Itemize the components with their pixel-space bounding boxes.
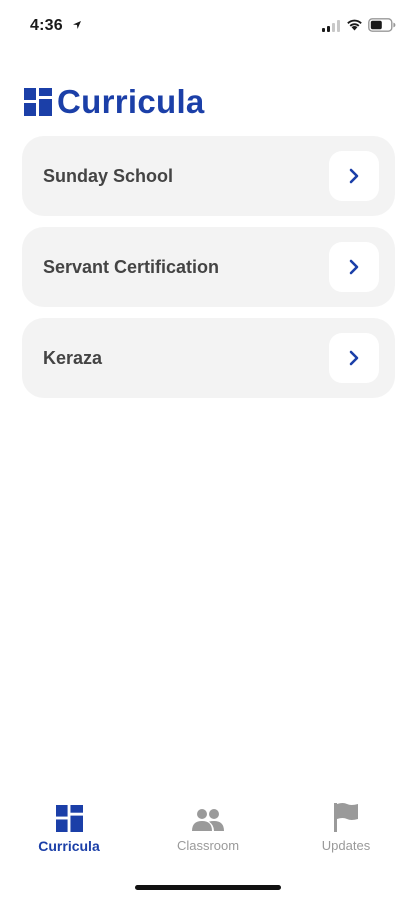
curriculum-card-servant-certification[interactable]: Servant Certification (22, 227, 395, 307)
tab-curricula[interactable]: Curricula (9, 800, 129, 860)
battery-icon (368, 18, 396, 32)
signal-icon (322, 20, 340, 32)
status-bar: 4:36 (0, 0, 415, 50)
curriculum-card-sunday-school[interactable]: Sunday School (22, 136, 395, 216)
page-header: Curricula (24, 83, 205, 120)
tab-icon-wrap (55, 800, 83, 832)
curriculum-label: Sunday School (43, 165, 174, 186)
chevron-right-icon (349, 350, 359, 366)
home-indicator[interactable] (135, 885, 281, 890)
open-curriculum-button[interactable] (329, 242, 379, 292)
curriculum-label: Keraza (43, 347, 103, 368)
people-icon (192, 809, 224, 831)
tab-label: Curricula (38, 838, 100, 854)
flag-icon (334, 803, 358, 832)
grid-logo-icon (55, 805, 83, 832)
tab-icon-wrap (332, 800, 360, 832)
tab-classroom[interactable]: Classroom (148, 800, 268, 860)
curricula-list: Sunday School Servant Certification Kera… (22, 136, 395, 409)
tab-label: Classroom (176, 838, 240, 853)
tab-label: Updates (321, 838, 371, 853)
curriculum-label: Servant Certification (43, 256, 220, 277)
location-arrow-icon (73, 21, 81, 29)
app-screen: 4:36 Curricula Sunday School Servant Cer… (0, 0, 415, 900)
curriculum-card-keraza[interactable]: Keraza (22, 318, 395, 398)
chevron-right-icon (349, 259, 359, 275)
status-time: 4:36 (30, 17, 63, 34)
wifi-icon (347, 19, 362, 31)
open-curriculum-button[interactable] (329, 151, 379, 201)
tab-updates[interactable]: Updates (286, 800, 406, 860)
open-curriculum-button[interactable] (329, 333, 379, 383)
grid-logo-icon (24, 88, 52, 116)
page-title: Curricula (57, 83, 205, 120)
tab-bar: Curricula Classroom Updates (0, 800, 415, 870)
tab-icon-wrap (191, 800, 225, 832)
chevron-right-icon (349, 168, 359, 184)
